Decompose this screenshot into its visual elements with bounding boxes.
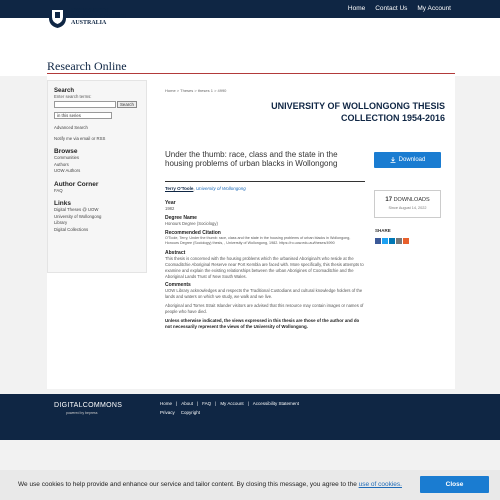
downloads-label: DOWNLOADS — [393, 197, 430, 203]
uow-logo[interactable]: UNIVERSITY OF WOLLONGONG AUSTRALIA — [48, 5, 127, 29]
footer-my-account[interactable]: My Account — [220, 401, 243, 406]
cookie-policy-link[interactable]: use of cookies. — [359, 481, 402, 488]
faq-link[interactable]: FAQ — [54, 188, 140, 195]
topnav-home[interactable]: Home — [348, 5, 365, 12]
author-line: Terry O'Toole, University of Wollongong — [165, 186, 246, 191]
download-button[interactable]: Download — [374, 152, 441, 168]
share-heading: SHARE — [375, 228, 391, 233]
search-button[interactable]: Search — [117, 101, 137, 109]
browse-heading: Browse — [54, 148, 78, 156]
more-share-icon[interactable] — [403, 238, 409, 244]
twitter-icon[interactable] — [382, 238, 388, 244]
site-title[interactable]: Research Online — [47, 59, 127, 74]
downloads-since: Since August 14, 2022 — [388, 206, 427, 210]
downloads-count-line: 17 DOWNLOADS — [375, 197, 440, 203]
downloads-count: 17 — [385, 197, 393, 203]
facebook-icon[interactable] — [375, 238, 381, 244]
degree-value: Honours Degree (Sociology) — [165, 220, 218, 226]
header-divider — [47, 73, 455, 74]
cookie-text: We use cookies to help provide and enhan… — [18, 481, 402, 488]
search-input[interactable] — [54, 101, 116, 109]
disclaimer-text: Unless otherwise indicated, the views ex… — [165, 318, 360, 330]
footer-copyright[interactable]: Copyright — [181, 410, 200, 415]
comments-text-1: UOW Library acknowledges and respects th… — [165, 288, 363, 300]
abstract-text: This thesis is concerned with the housin… — [165, 255, 364, 279]
search-scope-select[interactable]: in this series — [54, 112, 112, 120]
sidebar: Search Enter search terms: Search in thi… — [47, 80, 147, 273]
title-divider — [165, 181, 365, 182]
footer-faq[interactable]: FAQ — [202, 401, 211, 406]
digital-commons-logo[interactable]: DIGITALCOMMONS — [54, 402, 122, 409]
footer-nav: Home | About | FAQ | My Account | Accessibil… — [160, 401, 300, 406]
author-affiliation: University of Wollongong — [195, 186, 246, 191]
links-heading: Links — [54, 200, 71, 208]
browse-uow-authors[interactable]: UOW Authors — [54, 168, 140, 175]
comments-text-2: Aboriginal and Torres Strait Islander vi… — [165, 303, 364, 315]
collection-title[interactable]: UNIVERSITY OF WOLLONGONG THESIS COLLECTI… — [165, 100, 445, 124]
share-icons — [375, 238, 409, 244]
collection-title-line-2: COLLECTION 1954-2016 — [340, 113, 445, 123]
logo-text: UNIVERSITY OF WOLLONGONG AUSTRALIA — [71, 8, 127, 26]
downloads-box: 17 DOWNLOADS Since August 14, 2022 — [374, 190, 441, 218]
top-nav: Home Contact Us My Account — [348, 5, 451, 12]
digital-commons-sub: powered by bepress — [66, 411, 98, 415]
thesis-metadata: Year 1982 Degree Name Honours Degree (So… — [165, 197, 365, 331]
author-link[interactable]: Terry O'Toole — [165, 186, 193, 191]
topnav-account[interactable]: My Account — [417, 5, 451, 12]
advanced-search-link[interactable]: Advanced Search — [54, 125, 140, 132]
citation-text: O'Toole, Terry, Under the thumb: race, c… — [165, 235, 351, 246]
footer-about[interactable]: About — [181, 401, 193, 406]
logo-line-3: AUSTRALIA — [71, 20, 107, 26]
search-label: Enter search terms: — [54, 94, 92, 99]
download-icon — [390, 157, 396, 163]
shield-icon — [49, 6, 66, 28]
collection-title-line-1: UNIVERSITY OF WOLLONGONG THESIS — [271, 101, 445, 111]
footer-nav-2: Privacy Copyright — [160, 410, 200, 415]
thesis-title: Under the thumb: race, class and the sta… — [165, 150, 338, 168]
notify-link[interactable]: Notify me via email or RSS — [54, 136, 140, 143]
topnav-contact[interactable]: Contact Us — [375, 5, 407, 12]
cookie-message: We use cookies to help provide and enhan… — [18, 481, 357, 488]
year-value: 1982 — [165, 206, 175, 211]
footer-home[interactable]: Home — [160, 401, 172, 406]
email-icon[interactable] — [396, 238, 402, 244]
author-corner-heading: Author Corner — [54, 180, 99, 188]
footer-accessibility[interactable]: Accessibility Statement — [253, 401, 299, 406]
cookie-close-button[interactable]: Close — [420, 476, 489, 493]
download-label: Download — [398, 157, 426, 163]
footer-privacy[interactable]: Privacy — [160, 410, 175, 415]
breadcrumb[interactable]: Home > Theses > theses 1 > 4990 — [165, 88, 445, 93]
link-digital-collections[interactable]: Digital Collections — [54, 227, 140, 234]
main-header: Home > Theses > theses 1 > 4990 UNIVERSI… — [165, 88, 445, 124]
linkedin-icon[interactable] — [389, 238, 395, 244]
